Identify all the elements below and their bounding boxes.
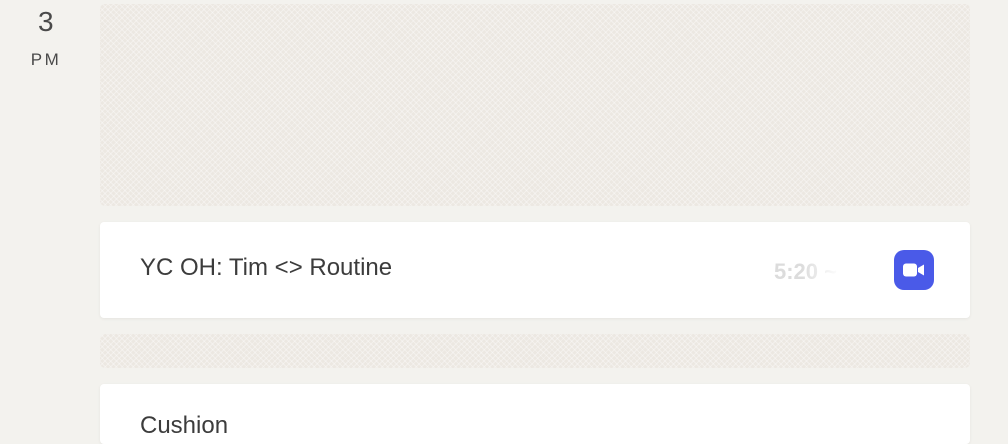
event-card[interactable]: YC OH: Tim <> Routine 5:20 ~ [100, 222, 970, 318]
hour-label: 3 [37, 6, 55, 37]
event-title: Cushion [140, 412, 229, 439]
video-camera-icon [903, 263, 924, 277]
event-time: 5:20 ~ [774, 259, 837, 284]
busy-time-block[interactable] [100, 4, 970, 206]
hour-period-label: PM [30, 50, 62, 69]
event-card[interactable]: Cushion [100, 384, 970, 444]
join-video-call-button[interactable] [894, 250, 934, 290]
busy-time-block[interactable] [100, 334, 970, 368]
time-gutter: 3 PM [0, 0, 92, 422]
event-title: YC OH: Tim <> Routine [140, 254, 393, 281]
